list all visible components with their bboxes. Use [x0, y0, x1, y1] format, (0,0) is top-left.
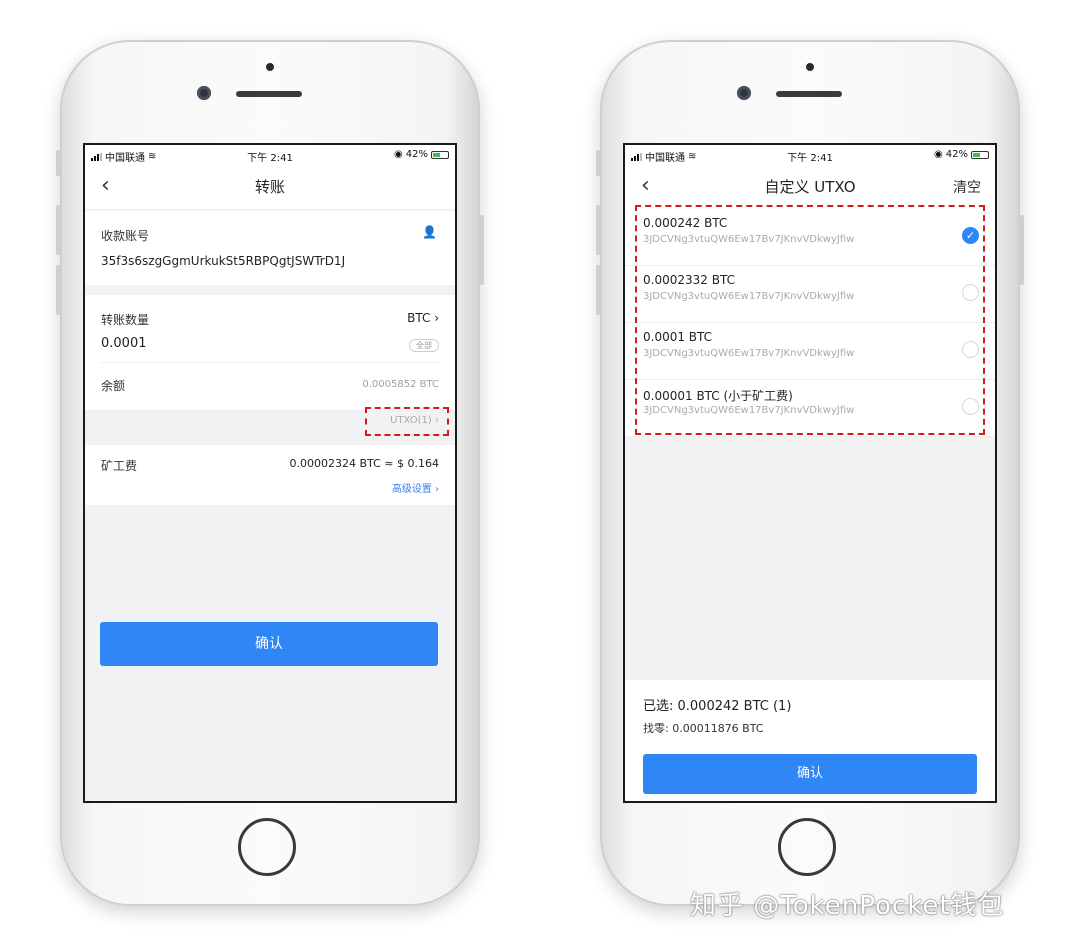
volume-down-button [596, 265, 601, 315]
fee-section: 矿工费 0.00002324 BTC ≈ $ 0.164 高级设置 › [85, 445, 455, 505]
battery-icon [971, 150, 989, 159]
page-title: 自定义 UTXO [764, 178, 856, 196]
status-bar: 中国联通 ≋ 下午 2:41 ◉ 42% [625, 145, 995, 165]
volume-up-button [596, 205, 601, 255]
chevron-right-icon: › [435, 484, 439, 495]
amount-label: 转账数量 [101, 313, 150, 327]
confirm-button[interactable]: 确认 [643, 754, 977, 794]
orientation-lock-icon: ◉ [394, 149, 403, 160]
balance-value: 0.0005852 BTC [362, 379, 439, 390]
front-camera-icon [737, 86, 751, 100]
volume-up-button [56, 205, 61, 255]
mute-switch [56, 150, 61, 176]
orientation-lock-icon: ◉ [934, 149, 943, 160]
screen-transfer: 中国联通 ≋ 下午 2:41 ◉ 42% ‹ 转账 收款账号 👤 35f3s6s… [83, 143, 457, 803]
chevron-right-icon: › [434, 311, 439, 325]
proximity-sensor [266, 63, 274, 71]
power-button [1019, 215, 1024, 285]
change-summary: 找零: 0.00011876 BTC [643, 722, 764, 735]
confirm-button[interactable]: 确认 [100, 622, 438, 666]
nav-bar: ‹ 转账 [85, 165, 455, 209]
mute-switch [596, 150, 601, 176]
recipient-label: 收款账号 [101, 229, 150, 243]
phone-frame-left: 中国联通 ≋ 下午 2:41 ◉ 42% ‹ 转账 收款账号 👤 35f3s6s… [56, 40, 484, 906]
fee-value: 0.00002324 BTC ≈ $ 0.164 [289, 457, 439, 470]
home-button[interactable] [238, 818, 296, 876]
utxo-highlight-box [365, 407, 449, 436]
power-button [479, 215, 484, 285]
advanced-settings-label: 高级设置 [391, 484, 432, 495]
clear-button[interactable]: 清空 [953, 177, 981, 197]
nav-bar: ‹ 自定义 UTXO 清空 [625, 165, 995, 209]
selected-summary: 已选: 0.000242 BTC (1) [643, 699, 792, 714]
home-button[interactable] [778, 818, 836, 876]
divider [101, 362, 439, 363]
battery-icon [431, 150, 449, 159]
status-bar: 中国联通 ≋ 下午 2:41 ◉ 42% [85, 145, 455, 165]
battery-percent: 42% [945, 149, 968, 160]
contacts-icon[interactable]: 👤 [422, 225, 437, 239]
utxo-list-highlight-box [635, 205, 985, 435]
earpiece-speaker [236, 91, 302, 97]
watermark: 知乎 @TokenPocket钱包 [690, 891, 1005, 921]
page-title: 转账 [254, 178, 285, 196]
advanced-settings-link[interactable]: 高级设置 › [392, 480, 439, 495]
amount-input[interactable]: 0.0001 [101, 336, 147, 351]
volume-down-button [56, 265, 61, 315]
phone-frame-right: 中国联通 ≋ 下午 2:41 ◉ 42% ‹ 自定义 UTXO 清空 0.000… [596, 40, 1024, 906]
balance-label: 余额 [101, 379, 126, 393]
fee-label: 矿工费 [101, 459, 138, 473]
front-camera-icon [197, 86, 211, 100]
proximity-sensor [806, 63, 814, 71]
recipient-address[interactable]: 35f3s6szgGgmUrkukSt5RBPQgtJSWTrD1J [101, 254, 345, 268]
recipient-section: 收款账号 👤 35f3s6szgGgmUrkukSt5RBPQgtJSWTrD1… [85, 211, 455, 285]
earpiece-speaker [776, 91, 842, 97]
amount-section: 转账数量 BTC › 0.0001 全部 余额 0.0005852 BTC [85, 295, 455, 410]
currency-selector[interactable]: BTC › [407, 311, 439, 325]
battery-percent: 42% [405, 149, 428, 160]
all-button[interactable]: 全部 [409, 339, 439, 352]
currency-label: BTC [407, 311, 431, 325]
